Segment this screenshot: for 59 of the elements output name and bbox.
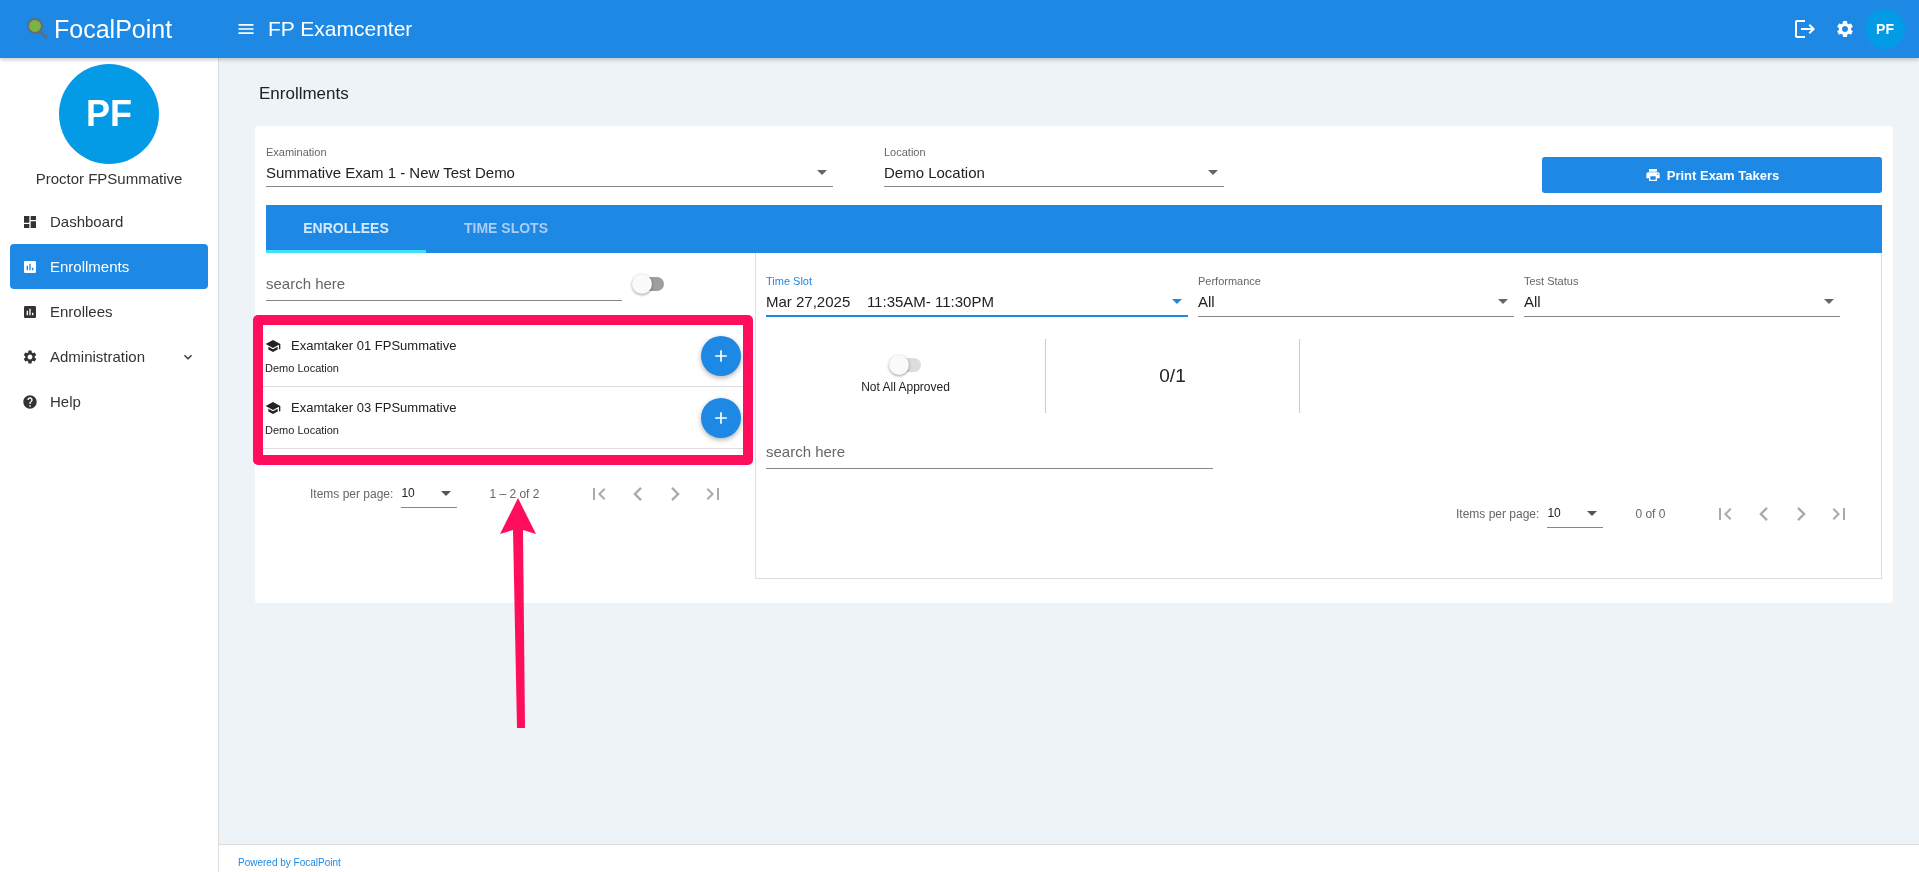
print-button[interactable]: Print Exam Takers bbox=[1542, 157, 1882, 193]
filter-select[interactable]: Location Demo Location bbox=[884, 146, 1224, 187]
logo-text: FocalPoint bbox=[54, 14, 173, 44]
logo-magnifier-icon bbox=[26, 17, 50, 41]
gear-icon bbox=[22, 348, 38, 365]
enrollee-row[interactable]: Examtaker 01 FPSummative Demo Location bbox=[263, 325, 743, 387]
add-button[interactable] bbox=[701, 397, 741, 438]
enrollee-location: Demo Location bbox=[265, 361, 340, 374]
settings-button[interactable] bbox=[1835, 19, 1855, 39]
sidebar-item[interactable]: Enrollments bbox=[10, 244, 208, 289]
dropdown-caret-icon bbox=[441, 490, 452, 496]
sidebar-item[interactable]: Help bbox=[10, 379, 208, 424]
page-size-select[interactable]: 10 bbox=[401, 479, 458, 508]
filter-select[interactable]: Time Slot Mar 27,2025 11:35AM- 11:30PM bbox=[766, 275, 1188, 317]
enrollee-location: Demo Location bbox=[265, 423, 340, 436]
chart-icon bbox=[22, 258, 38, 275]
filter-select[interactable]: Test Status All bbox=[1524, 275, 1840, 317]
settings-icon bbox=[1835, 19, 1855, 39]
chart-icon bbox=[22, 303, 38, 320]
approval-label: Not All Approved bbox=[861, 380, 950, 394]
items-per-page-label: Items per page: bbox=[310, 486, 394, 501]
graduation-cap-icon bbox=[265, 337, 281, 354]
sidebar-item[interactable]: Administration bbox=[10, 334, 208, 379]
user-name: Proctor FPSummative bbox=[34, 170, 184, 187]
approved-count: 0/1 bbox=[1159, 365, 1186, 387]
dropdown-caret-icon bbox=[1498, 298, 1508, 304]
dropdown-caret-icon bbox=[1172, 298, 1182, 304]
chevron-right-icon bbox=[1796, 506, 1806, 521]
chevron-right-icon bbox=[670, 486, 680, 501]
app-title: FP Examcenter bbox=[268, 17, 413, 41]
profile-avatar: PF bbox=[59, 64, 159, 164]
dropdown-caret-icon bbox=[817, 169, 827, 175]
toggle-switch[interactable] bbox=[634, 277, 664, 291]
dropdown-caret-icon bbox=[1824, 298, 1834, 304]
dropdown-caret-icon bbox=[1587, 510, 1598, 516]
add-button[interactable] bbox=[701, 335, 741, 376]
enrollee-row[interactable]: Examtaker 03 FPSummative Demo Location bbox=[263, 387, 743, 449]
printer-icon bbox=[1644, 167, 1661, 183]
page-range: 1 – 2 of 2 bbox=[489, 486, 540, 501]
footer-text: Powered by FocalPoint bbox=[238, 857, 341, 868]
chevron-left-icon bbox=[1758, 506, 1768, 521]
sidebar-item[interactable]: Enrollees bbox=[10, 289, 208, 334]
items-per-page-label: Items per page: bbox=[1456, 506, 1540, 521]
enrollee-name: Examtaker 03 FPSummative bbox=[291, 400, 457, 415]
graduation-cap-icon bbox=[265, 399, 281, 416]
sidebar-item[interactable]: Dashboard bbox=[10, 199, 208, 244]
dashboard-icon bbox=[22, 213, 38, 230]
page-range: 0 of 0 bbox=[1635, 506, 1666, 521]
approval-toggle[interactable] bbox=[890, 358, 921, 372]
chevron-left-icon bbox=[632, 486, 642, 501]
filter-select[interactable]: Examination Summative Exam 1 - New Test Demo bbox=[266, 146, 833, 187]
filter-select[interactable]: Performance All bbox=[1198, 275, 1514, 317]
page-size-select[interactable]: 10 bbox=[1547, 499, 1604, 528]
help-icon bbox=[22, 393, 38, 410]
page-title: Enrollments bbox=[259, 84, 350, 104]
dropdown-caret-icon bbox=[1208, 169, 1218, 175]
enrollee-name: Examtaker 01 FPSummative bbox=[291, 338, 457, 353]
logout-button[interactable] bbox=[1793, 17, 1817, 41]
logout-icon bbox=[1793, 17, 1817, 41]
